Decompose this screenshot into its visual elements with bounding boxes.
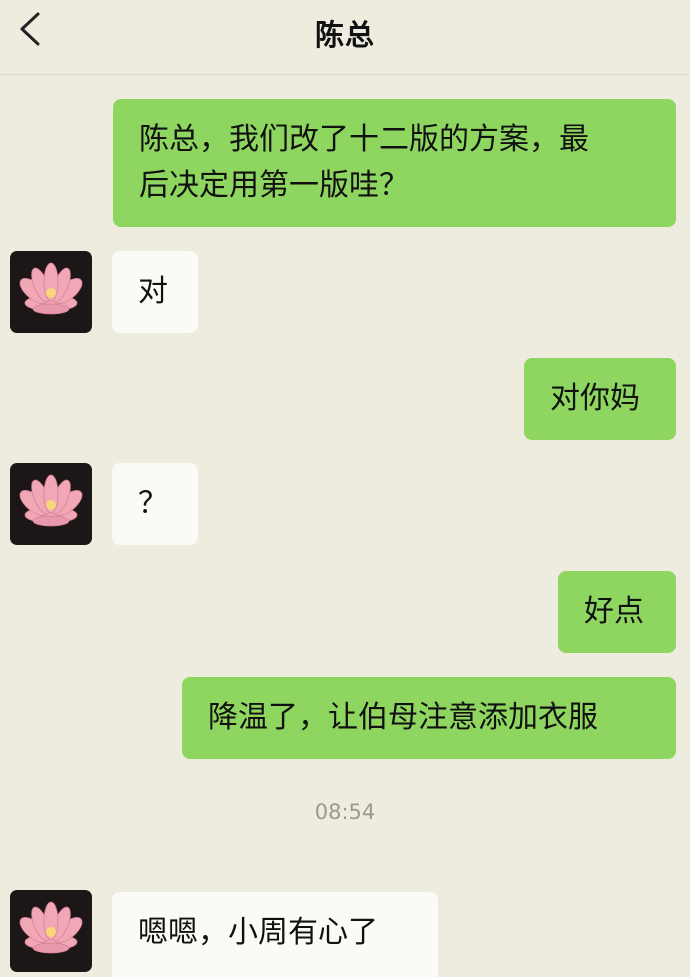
sent-message-bubble[interactable]: 好点 [558, 571, 676, 653]
message-timestamp: 08:54 [314, 800, 376, 824]
message-text: 嗯嗯，小周有心了 [138, 915, 378, 950]
message-text-line: 陈总，我们改了十二版的方案，最 [139, 122, 589, 157]
contact-avatar[interactable] [10, 463, 92, 545]
message-text: 好点 [584, 594, 644, 629]
chat-title: 陈总 [314, 18, 375, 52]
message-text: ？ [138, 486, 168, 521]
sent-message-bubble[interactable]: 陈总，我们改了十二版的方案，最 后决定用第一版哇？ [113, 99, 676, 227]
sent-message-bubble[interactable]: 降温了，让伯母注意添加衣服 [182, 677, 676, 759]
received-message-bubble[interactable]: 嗯嗯，小周有心了 [112, 892, 438, 977]
chat-header: 陈总 [0, 0, 690, 62]
lotus-flower-avatar [19, 901, 83, 954]
lotus-flower-avatar [19, 474, 83, 527]
received-message-bubble[interactable]: ？ [112, 463, 198, 545]
received-message-bubble[interactable]: 对 [112, 251, 198, 333]
contact-avatar[interactable] [10, 890, 92, 972]
lotus-flower-avatar [19, 262, 83, 315]
message-text: 对你妈 [550, 381, 640, 416]
header-divider [0, 74, 690, 75]
sent-message-bubble[interactable]: 对你妈 [524, 358, 676, 440]
message-text: 降温了，让伯母注意添加衣服 [208, 700, 598, 735]
message-text-line: 后决定用第一版哇？ [139, 168, 409, 203]
contact-avatar[interactable] [10, 251, 92, 333]
message-text: 对 [138, 274, 168, 309]
